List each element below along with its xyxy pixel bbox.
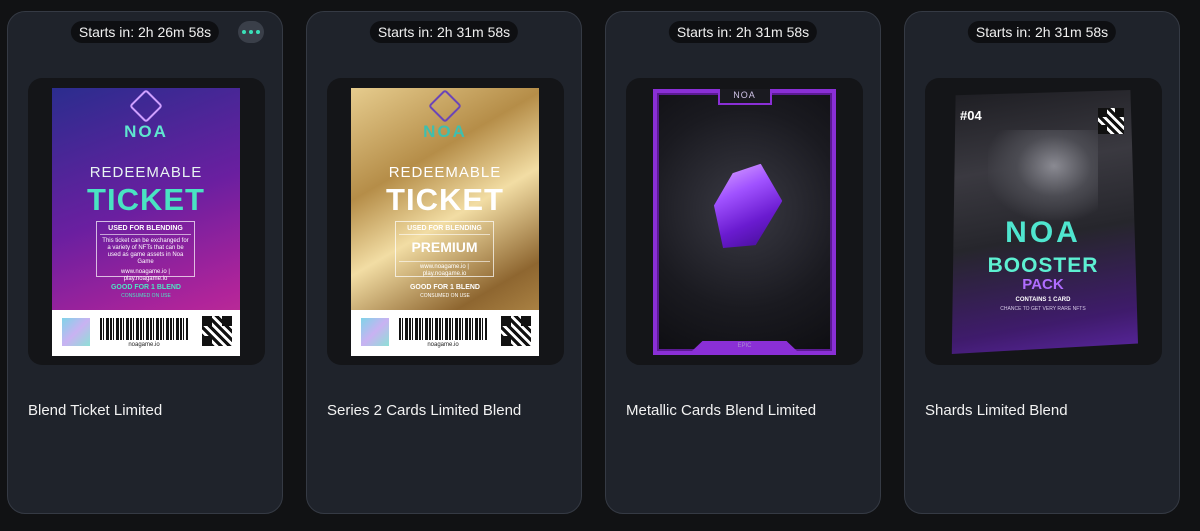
start-timer: Starts in: 2h 31m 58s <box>967 21 1117 43</box>
card-image[interactable]: #04 NOA BOOSTER PACK CONTAINS 1 CARD CHA… <box>925 78 1162 365</box>
ticket-text: TICKET <box>386 182 504 217</box>
barcode-strip: noagame.io <box>351 310 539 356</box>
good-for-text: GOOD FOR 1 BLEND CONSUMED ON USE <box>110 284 181 299</box>
noa-logo: NOA <box>717 89 772 105</box>
auction-card-metallic[interactable]: Starts in: 2h 31m 58s NOA EPIC Metallic … <box>605 11 881 514</box>
noa-logo: NOA <box>1005 216 1081 249</box>
auction-card-blend-ticket[interactable]: Starts in: 2h 26m 58s NOA REDEEMABLE TIC… <box>7 11 283 514</box>
barcode-icon <box>399 318 487 340</box>
pack-number: #04 <box>960 108 982 123</box>
blending-info-box: USED FOR BLENDING This ticket can be exc… <box>96 221 195 282</box>
more-options-icon[interactable] <box>238 21 264 43</box>
start-timer: Starts in: 2h 31m 58s <box>369 21 519 43</box>
barcode-strip: noagame.io <box>52 310 240 356</box>
start-timer: Starts in: 2h 31m 58s <box>668 21 818 43</box>
hologram-icon <box>62 318 90 346</box>
card-title[interactable]: Metallic Cards Blend Limited <box>626 402 816 420</box>
ticket-text: TICKET <box>87 182 205 217</box>
auction-card-series2[interactable]: Starts in: 2h 31m 58s NOA REDEEMABLE TIC… <box>306 11 582 514</box>
hologram-icon <box>361 318 389 346</box>
rarity-label: EPIC <box>737 343 752 349</box>
chance-text: CHANCE TO GET VERY RARE NFTS <box>1000 306 1086 312</box>
noa-logo: NOA <box>351 89 539 142</box>
redeemable-text: REDEEMABLE <box>89 164 203 181</box>
card-image[interactable]: NOA EPIC <box>626 78 863 365</box>
ticket-art: NOA REDEEMABLE TICKET USED FOR BLENDING … <box>351 88 539 356</box>
booster-pack-art: #04 NOA BOOSTER PACK CONTAINS 1 CARD CHA… <box>951 90 1138 354</box>
blending-info-box: USED FOR BLENDING PREMIUM www.noagame.io… <box>395 221 494 277</box>
noa-logo: NOA <box>52 89 240 142</box>
qr-code-icon <box>1098 108 1124 134</box>
auction-card-shards[interactable]: Starts in: 2h 31m 58s #04 NOA BOOSTER PA… <box>904 11 1180 514</box>
crystal-icon <box>698 152 791 261</box>
qr-code-icon <box>202 316 232 346</box>
metallic-card-art: NOA EPIC <box>653 89 836 355</box>
card-image[interactable]: NOA REDEEMABLE TICKET USED FOR BLENDING … <box>327 78 564 365</box>
card-image[interactable]: NOA REDEEMABLE TICKET USED FOR BLENDING … <box>28 78 265 365</box>
barcode-icon <box>100 318 188 340</box>
good-for-text: GOOD FOR 1 BLEND CONSUMED ON USE <box>409 284 480 299</box>
card-title[interactable]: Shards Limited Blend <box>925 402 1068 420</box>
contains-text: CONTAINS 1 CARD <box>1015 297 1071 303</box>
qr-code-icon <box>501 316 531 346</box>
booster-text: BOOSTER <box>987 254 1099 277</box>
card-title[interactable]: Blend Ticket Limited <box>28 402 162 420</box>
warrior-figure-icon <box>988 130 1098 220</box>
redeemable-text: REDEEMABLE <box>388 164 502 181</box>
start-timer: Starts in: 2h 26m 58s <box>70 21 220 43</box>
card-title[interactable]: Series 2 Cards Limited Blend <box>327 402 521 420</box>
ticket-art: NOA REDEEMABLE TICKET USED FOR BLENDING … <box>52 88 240 356</box>
pack-text: PACK <box>1022 276 1064 293</box>
